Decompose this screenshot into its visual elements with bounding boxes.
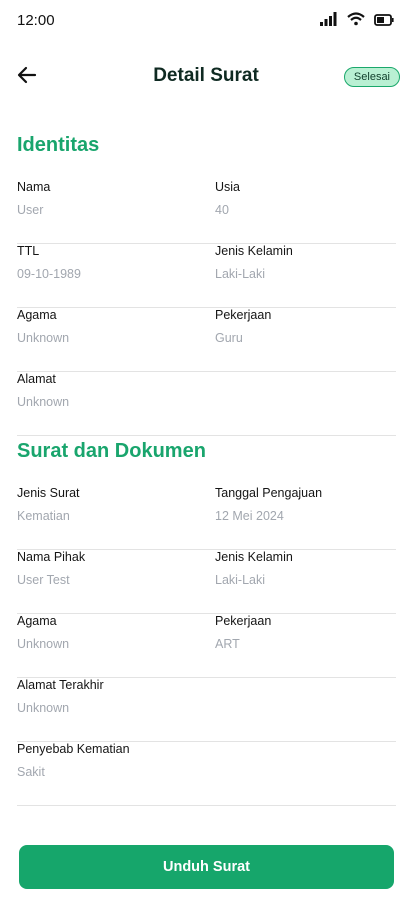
info-field-pekerjaan: Pekerjaan Guru <box>215 308 271 345</box>
field-label: Agama <box>17 308 57 322</box>
field-label: Pekerjaan <box>215 308 272 322</box>
battery-icon <box>374 13 394 31</box>
status-badge: Selesai <box>343 67 400 87</box>
app-header: Detail Surat Selesai <box>0 56 412 98</box>
section-title-identitas: Identitas <box>17 134 100 156</box>
status-icons <box>320 12 394 31</box>
field-value: Kematian <box>17 509 70 523</box>
info-row: Jenis Surat Kematian Tanggal Pengajuan 1… <box>17 486 396 550</box>
info-field-jenis-kelamin: Jenis Kelamin Laki-Laki <box>215 244 293 281</box>
field-value: Unknown <box>17 701 70 715</box>
field-value: User <box>17 203 44 217</box>
field-label: Pekerjaan <box>215 614 272 628</box>
field-label: Tanggal Pengajuan <box>215 486 323 500</box>
info-row: Nama User Usia 40 <box>17 180 396 244</box>
info-field-jenis-kelamin: Jenis Kelamin Laki-Laki <box>215 550 293 587</box>
info-field-pekerjaan: Pekerjaan ART <box>215 614 271 651</box>
field-label: Alamat <box>17 372 56 386</box>
info-field-nama-pihak: Nama Pihak User Test <box>17 550 85 587</box>
field-value: 12 Mei 2024 <box>215 509 284 523</box>
info-row: Agama Unknown Pekerjaan ART <box>17 614 396 678</box>
field-value: Sakit <box>17 765 45 779</box>
info-field-jenis-surat: Jenis Surat Kematian <box>17 486 80 523</box>
status-bar: 12:00 <box>0 0 412 42</box>
field-label: TTL <box>17 244 40 258</box>
info-field-alamat: Alamat Unknown <box>17 372 69 409</box>
info-field-agama: Agama Unknown <box>17 308 69 345</box>
info-row: Penyebab Kematian Sakit <box>17 742 396 806</box>
signal-icon <box>320 12 338 31</box>
field-label: Nama <box>17 180 51 194</box>
info-field-nama: Nama User <box>17 180 50 217</box>
field-value: Unknown <box>17 331 70 345</box>
field-label: Alamat Terakhir <box>17 678 104 692</box>
field-label: Jenis Kelamin <box>215 244 293 258</box>
info-field-ttl: TTL 09-10-1989 <box>17 244 81 281</box>
field-value: User Test <box>17 573 70 587</box>
field-label: Nama Pihak <box>17 550 86 564</box>
field-label: Penyebab Kematian <box>17 742 130 756</box>
field-label: Jenis Surat <box>17 486 80 500</box>
info-row: Alamat Terakhir Unknown <box>17 678 396 742</box>
wifi-icon <box>347 12 365 31</box>
info-field-usia: Usia 40 <box>215 180 240 217</box>
field-value: Guru <box>215 331 243 345</box>
field-value: Unknown <box>17 395 70 409</box>
field-value: ART <box>215 637 240 651</box>
info-row: Agama Unknown Pekerjaan Guru <box>17 308 396 372</box>
field-value: Unknown <box>17 637 70 651</box>
field-value: Laki-Laki <box>215 573 266 587</box>
info-field-penyebab-kematian: Penyebab Kematian Sakit <box>17 742 130 779</box>
field-value: 40 <box>215 203 229 217</box>
field-label: Agama <box>17 614 57 628</box>
field-label: Usia <box>215 180 241 194</box>
field-value: Laki-Laki <box>215 267 266 281</box>
info-field-tanggal-pengajuan: Tanggal Pengajuan 12 Mei 2024 <box>215 486 322 523</box>
field-value: 09-10-1989 <box>17 267 81 281</box>
status-time: 12:00 <box>17 12 55 29</box>
download-letter-button[interactable]: Unduh Surat <box>19 845 394 889</box>
section-title-dokumen: Surat dan Dokumen <box>17 440 206 462</box>
field-label: Jenis Kelamin <box>215 550 293 564</box>
info-row: Alamat Unknown <box>17 372 396 436</box>
info-row: Nama Pihak User Test Jenis Kelamin Laki-… <box>17 550 396 614</box>
info-row: TTL 09-10-1989 Jenis Kelamin Laki-Laki <box>17 244 396 308</box>
info-field-agama: Agama Unknown <box>17 614 69 651</box>
info-field-alamat-terakhir: Alamat Terakhir Unknown <box>17 678 104 715</box>
